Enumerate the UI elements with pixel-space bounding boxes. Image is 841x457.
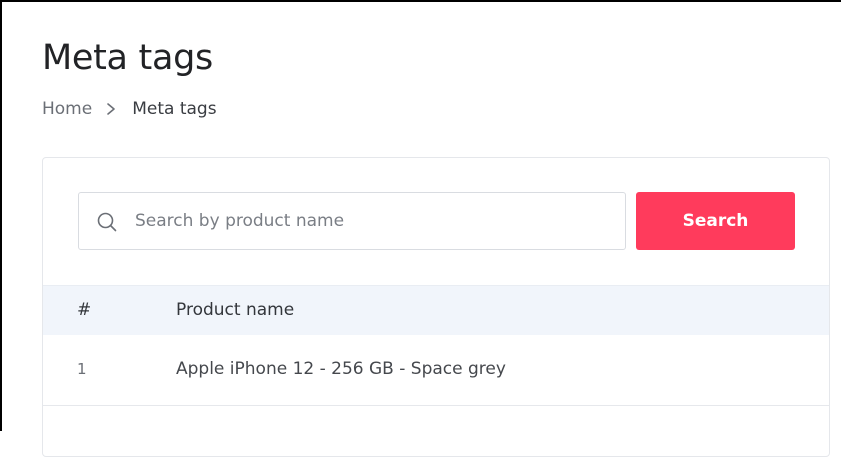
- search-box: [78, 192, 626, 250]
- row-number: 1: [77, 360, 87, 378]
- search-button[interactable]: Search: [636, 192, 795, 250]
- chevron-right-icon: [104, 98, 118, 120]
- search-input[interactable]: [135, 193, 615, 249]
- product-name: Apple iPhone 12 - 256 GB - Space grey: [176, 359, 506, 379]
- search-icon: [96, 211, 118, 233]
- breadcrumb: Home Meta tags: [42, 98, 217, 120]
- column-header-number: #: [77, 300, 92, 320]
- breadcrumb-home-link[interactable]: Home: [42, 99, 92, 119]
- column-header-product-name: Product name: [176, 300, 295, 320]
- meta-tags-card: Search # Product name 1 Apple iPhone 12 …: [42, 157, 830, 457]
- table-row[interactable]: 1 Apple iPhone 12 - 256 GB - Space grey: [43, 334, 829, 406]
- page-frame: Meta tags Home Meta tags Search # Produc…: [0, 0, 841, 457]
- table-header: # Product name: [43, 285, 829, 335]
- page-title: Meta tags: [42, 38, 213, 78]
- breadcrumb-current: Meta tags: [132, 99, 217, 119]
